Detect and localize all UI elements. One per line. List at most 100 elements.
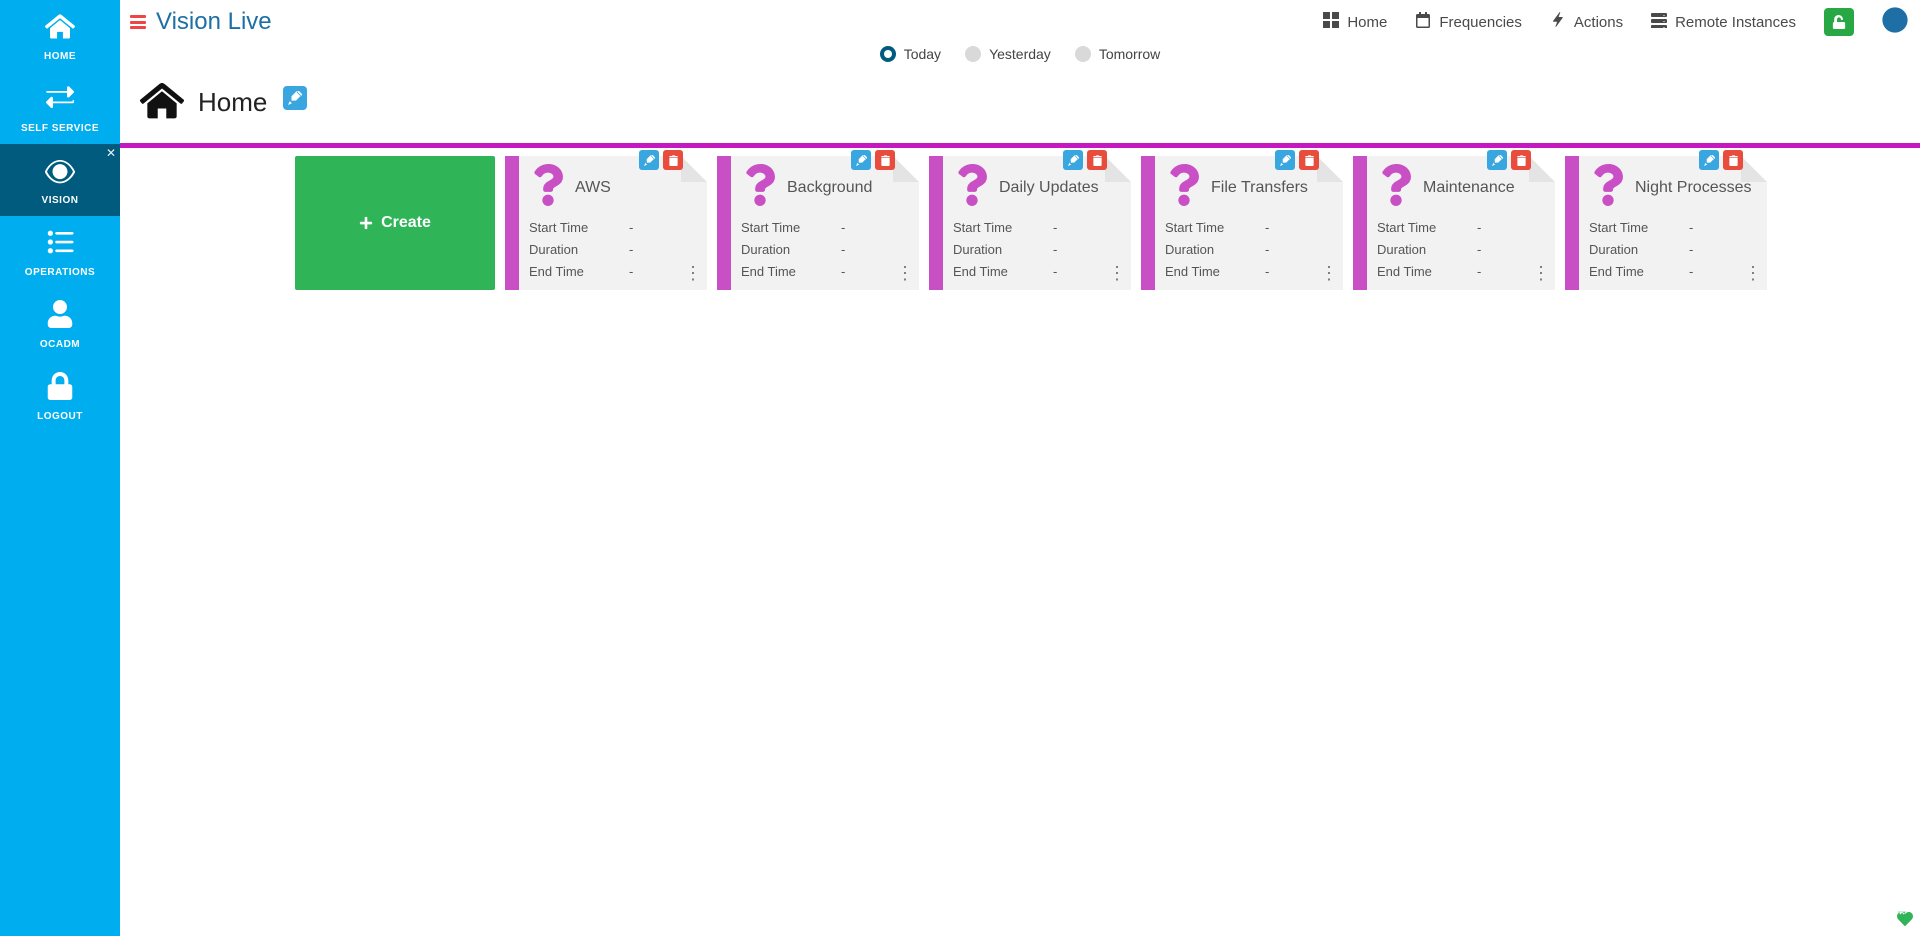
card[interactable]: BackgroundStart Time-Duration-End Time-⋮ (717, 156, 919, 290)
card[interactable]: Daily UpdatesStart Time-Duration-End Tim… (929, 156, 1131, 290)
sidebar-item-home[interactable]: HOME (0, 0, 120, 72)
meta-value: - (1689, 217, 1693, 239)
meta-value: - (841, 239, 845, 261)
day-yesterday[interactable]: Yesterday (965, 46, 1051, 62)
sidebar-item-operations[interactable]: OPERATIONS (0, 216, 120, 288)
server-icon (1651, 12, 1667, 32)
create-label: Create (381, 214, 431, 232)
meta-value: - (1265, 261, 1269, 283)
sidebar-item-label: LOGOUT (37, 411, 83, 422)
main: Vision Live Home Frequencies Actions Rem… (120, 0, 1920, 936)
question-icon (1589, 164, 1627, 211)
meta-label: Start Time (1377, 217, 1447, 239)
sidebar-item-label: VISION (42, 195, 79, 206)
card-corner (1105, 156, 1131, 182)
sidebar-item-vision[interactable]: ✕ VISION (0, 144, 120, 216)
meta-value: - (1053, 261, 1057, 283)
menu-icon[interactable] (130, 15, 146, 29)
sidebar-item-selfservice[interactable]: SELF SERVICE (0, 72, 120, 144)
bolt-icon (1550, 12, 1566, 32)
unlock-button[interactable] (1824, 8, 1854, 36)
meta-label: End Time (529, 261, 599, 283)
card-more-button[interactable]: ⋮ (684, 263, 701, 284)
card-accent (1353, 156, 1367, 290)
meta-label: End Time (1377, 261, 1447, 283)
meta-value: - (1053, 217, 1057, 239)
nav-frequencies[interactable]: Frequencies (1415, 12, 1522, 32)
page-title: Home (198, 87, 267, 118)
meta-value: - (629, 261, 633, 283)
card-delete-button[interactable] (875, 150, 895, 170)
nav-remote[interactable]: Remote Instances (1651, 12, 1796, 32)
card-delete-button[interactable] (1299, 150, 1319, 170)
card-body: Night ProcessesStart Time-Duration-End T… (1579, 156, 1767, 290)
card[interactable]: File TransfersStart Time-Duration-End Ti… (1141, 156, 1343, 290)
eye-icon (45, 156, 75, 189)
card-more-button[interactable]: ⋮ (1532, 263, 1549, 284)
meta-value: - (1689, 261, 1693, 283)
question-icon (1165, 164, 1203, 211)
question-icon (741, 164, 779, 211)
user-icon (45, 300, 75, 333)
card-accent (1141, 156, 1155, 290)
card-edit-button[interactable] (1275, 150, 1295, 170)
card[interactable]: Night ProcessesStart Time-Duration-End T… (1565, 156, 1767, 290)
question-icon (953, 164, 991, 211)
heartbeat-icon (1896, 911, 1914, 932)
help-button[interactable] (1882, 7, 1908, 38)
nav-actions[interactable]: Actions (1550, 12, 1623, 32)
card-more-button[interactable]: ⋮ (896, 263, 913, 284)
card[interactable]: MaintenanceStart Time-Duration-End Time-… (1353, 156, 1555, 290)
breadcrumb: Home (120, 76, 1920, 143)
meta-value: - (1477, 261, 1481, 283)
meta-label: Duration (1589, 239, 1659, 261)
card-body: MaintenanceStart Time-Duration-End Time-… (1367, 156, 1555, 290)
card-meta: Start Time-Duration-End Time- (1165, 217, 1335, 283)
card-title: Maintenance (1423, 179, 1515, 197)
card[interactable]: AWSStart Time-Duration-End Time-⋮ (505, 156, 707, 290)
nav-home[interactable]: Home (1323, 12, 1387, 32)
card-meta: Start Time-Duration-End Time- (953, 217, 1123, 283)
meta-label: Duration (741, 239, 811, 261)
card-accent (1565, 156, 1579, 290)
card-delete-button[interactable] (1087, 150, 1107, 170)
card-delete-button[interactable] (663, 150, 683, 170)
meta-value: - (629, 217, 633, 239)
calendar-icon (1415, 12, 1431, 32)
sidebar-item-logout[interactable]: LOGOUT (0, 360, 120, 432)
card-edit-button[interactable] (851, 150, 871, 170)
meta-label: Duration (529, 239, 599, 261)
card-more-button[interactable]: ⋮ (1108, 263, 1125, 284)
meta-label: Start Time (741, 217, 811, 239)
sidebar-item-ocadm[interactable]: OCADM (0, 288, 120, 360)
meta-label: Start Time (1589, 217, 1659, 239)
card-edit-button[interactable] (1487, 150, 1507, 170)
day-label: Yesterday (989, 46, 1051, 62)
close-icon[interactable]: ✕ (106, 146, 116, 160)
sidebar-item-label: HOME (44, 51, 76, 62)
nav-label: Home (1347, 14, 1387, 31)
day-tomorrow[interactable]: Tomorrow (1075, 46, 1160, 62)
sidebar: HOME SELF SERVICE ✕ VISION OPERATIONS OC… (0, 0, 120, 936)
radio-icon (1075, 46, 1091, 62)
card-edit-button[interactable] (1699, 150, 1719, 170)
card-corner (1529, 156, 1555, 182)
card-more-button[interactable]: ⋮ (1744, 263, 1761, 284)
meta-value: - (841, 261, 845, 283)
home-icon (45, 12, 75, 45)
card-more-button[interactable]: ⋮ (1320, 263, 1337, 284)
meta-value: - (841, 217, 845, 239)
create-button[interactable]: Create (295, 156, 495, 290)
card-accent (505, 156, 519, 290)
card-delete-button[interactable] (1511, 150, 1531, 170)
card-edit-button[interactable] (639, 150, 659, 170)
edit-title-button[interactable] (283, 86, 307, 110)
card-body: BackgroundStart Time-Duration-End Time-⋮ (731, 156, 919, 290)
meta-value: - (1265, 239, 1269, 261)
day-today[interactable]: Today (880, 46, 941, 62)
meta-value: - (629, 239, 633, 261)
card-delete-button[interactable] (1723, 150, 1743, 170)
card-corner (893, 156, 919, 182)
card-edit-button[interactable] (1063, 150, 1083, 170)
lock-icon (45, 372, 75, 405)
